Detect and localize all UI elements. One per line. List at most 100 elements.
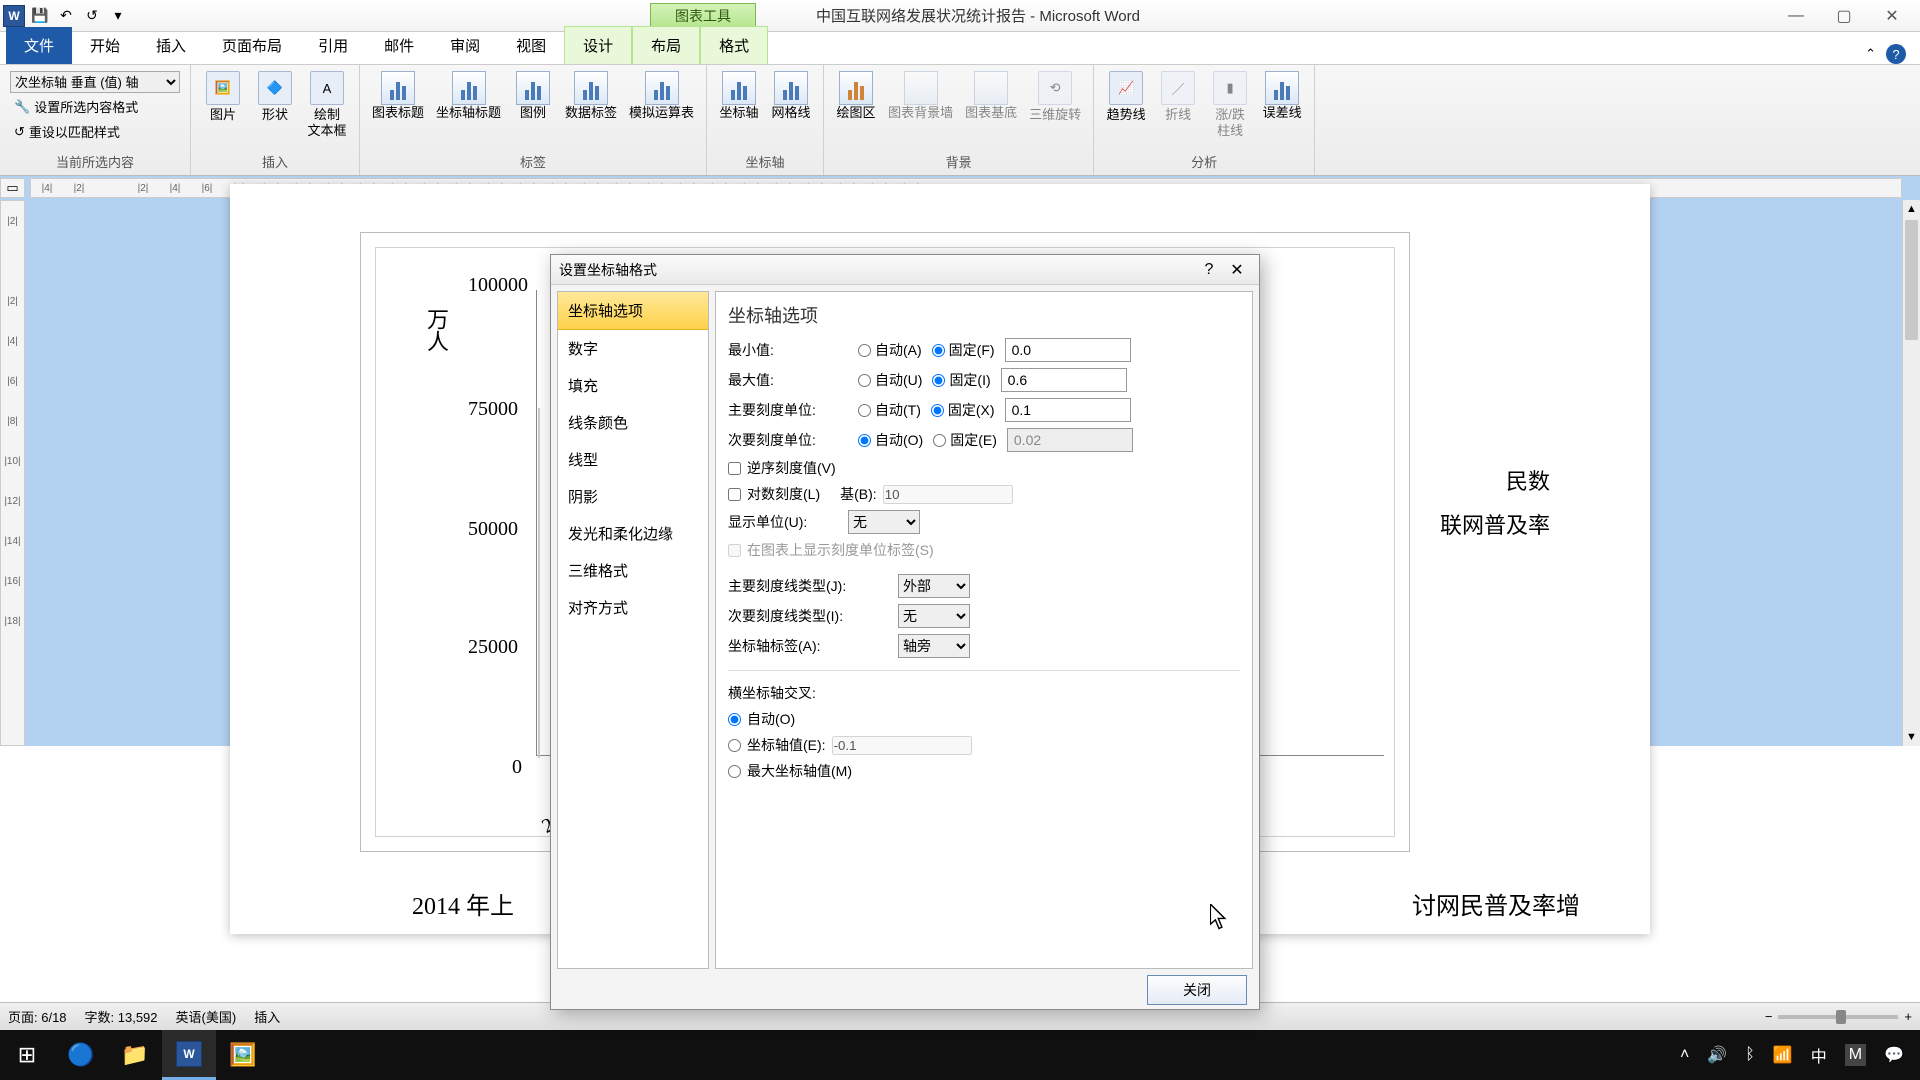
zoom-in-button[interactable]: + — [1904, 1009, 1912, 1024]
axis-labels-select[interactable]: 轴旁 — [898, 634, 970, 658]
nav-glow[interactable]: 发光和柔化边缘 — [558, 515, 708, 552]
dialog-close-btn[interactable]: 关闭 — [1147, 975, 1247, 1005]
nav-3d-format[interactable]: 三维格式 — [558, 552, 708, 589]
cross-max-radio[interactable] — [728, 765, 741, 778]
minor-fixed-radio[interactable] — [933, 434, 946, 447]
nav-line-style[interactable]: 线型 — [558, 441, 708, 478]
zoom-slider[interactable] — [1778, 1015, 1898, 1019]
tray-m-icon[interactable]: M — [1845, 1044, 1866, 1066]
major-unit-input[interactable] — [1005, 398, 1131, 422]
picture-button[interactable]: 🖼️图片 — [197, 67, 249, 127]
shapes-button[interactable]: 🔷形状 — [249, 67, 301, 127]
gridlines-button[interactable]: 网格线 — [765, 67, 817, 125]
volume-icon[interactable]: 🔊 — [1707, 1045, 1727, 1065]
chart-wall-button[interactable]: 图表背景墙 — [882, 67, 959, 125]
max-fixed-radio[interactable] — [932, 374, 945, 387]
scroll-thumb[interactable] — [1905, 220, 1918, 340]
tab-references[interactable]: 引用 — [300, 27, 366, 64]
vertical-ruler[interactable]: |2||2||4||6||8||10||12||14||16||18| — [0, 200, 25, 746]
chart-title-button[interactable]: 图表标题 — [366, 67, 430, 125]
start-button[interactable]: ⊞ — [0, 1030, 54, 1080]
min-fixed-radio[interactable] — [932, 344, 945, 357]
updown-bars-button[interactable]: ▮涨/跌 柱线 — [1204, 67, 1256, 142]
tab-file[interactable]: 文件 — [6, 27, 72, 64]
data-table-button[interactable]: 模拟运算表 — [623, 67, 700, 125]
tab-review[interactable]: 审阅 — [432, 27, 498, 64]
chart-floor-button[interactable]: 图表基底 — [959, 67, 1023, 125]
max-auto-radio[interactable] — [858, 374, 871, 387]
undo-button[interactable]: ↶ — [54, 4, 78, 28]
tab-design[interactable]: 设计 — [564, 26, 632, 64]
error-bars-button[interactable]: 误差线 — [1256, 67, 1308, 125]
zoom-out-button[interactable]: − — [1765, 1009, 1773, 1024]
axes-button[interactable]: 坐标轴 — [713, 67, 765, 125]
trendline-button[interactable]: 📈趋势线 — [1100, 67, 1152, 127]
min-value-input[interactable] — [1005, 338, 1131, 362]
minimize-button[interactable]: — — [1786, 6, 1806, 26]
zoom-thumb[interactable] — [1836, 1010, 1846, 1024]
photos-taskbar-button[interactable]: 🖼️ — [216, 1030, 270, 1080]
scroll-up-icon[interactable]: ▲ — [1903, 200, 1920, 218]
cross-value-radio[interactable] — [728, 739, 741, 752]
word-taskbar-button[interactable]: W — [162, 1030, 216, 1080]
tab-insert[interactable]: 插入 — [138, 27, 204, 64]
nav-fill[interactable]: 填充 — [558, 367, 708, 404]
nav-number[interactable]: 数字 — [558, 330, 708, 367]
file-explorer-button[interactable]: 📁 — [108, 1030, 162, 1080]
axis-titles-button[interactable]: 坐标轴标题 — [430, 67, 507, 125]
tab-mailings[interactable]: 邮件 — [366, 27, 432, 64]
bluetooth-icon[interactable]: ᛒ — [1745, 1046, 1755, 1064]
tab-format[interactable]: 格式 — [700, 26, 768, 64]
nav-line-color[interactable]: 线条颜色 — [558, 404, 708, 441]
rotation-3d-button[interactable]: ⟲三维旋转 — [1023, 67, 1087, 127]
help-icon[interactable]: ? — [1886, 44, 1906, 64]
word-logo[interactable]: W — [2, 4, 26, 28]
dialog-close-button[interactable]: ✕ — [1223, 259, 1251, 281]
redo-button[interactable]: ↺ — [80, 4, 104, 28]
word-count[interactable]: 字数: 13,592 — [85, 1007, 158, 1026]
vertical-scrollbar[interactable]: ▲ ▼ — [1902, 200, 1920, 746]
scroll-down-icon[interactable]: ▼ — [1903, 728, 1920, 746]
action-center-icon[interactable]: 💬 — [1884, 1045, 1904, 1065]
minor-auto-radio[interactable] — [858, 434, 871, 447]
major-fixed-radio[interactable] — [931, 404, 944, 417]
nav-alignment[interactable]: 对齐方式 — [558, 589, 708, 626]
max-value-input[interactable] — [1001, 368, 1127, 392]
log-scale-checkbox[interactable] — [728, 488, 741, 501]
insert-mode[interactable]: 插入 — [254, 1007, 280, 1026]
language-indicator[interactable]: 英语(美国) — [176, 1007, 237, 1026]
format-selection-button[interactable]: 🔧设置所选内容格式 — [10, 95, 180, 118]
wifi-icon[interactable]: 📶 — [1773, 1045, 1793, 1065]
major-tick-type-select[interactable]: 外部 — [898, 574, 970, 598]
cross-auto-radio[interactable] — [728, 713, 741, 726]
textbox-button[interactable]: A绘制 文本框 — [301, 67, 353, 142]
ime-icon[interactable]: 中 — [1811, 1043, 1827, 1067]
nav-axis-options[interactable]: 坐标轴选项 — [558, 292, 708, 330]
close-window-button[interactable]: ✕ — [1882, 6, 1902, 26]
maximize-button[interactable]: ▢ — [1834, 6, 1854, 26]
reverse-values-checkbox[interactable] — [728, 462, 741, 475]
display-units-select[interactable]: 无 — [848, 510, 920, 534]
collapse-ribbon-icon[interactable]: ⌃ — [1865, 46, 1876, 62]
plot-area-button[interactable]: 绘图区 — [830, 67, 882, 125]
tab-view[interactable]: 视图 — [498, 27, 564, 64]
legend-button[interactable]: 图例 — [507, 67, 559, 125]
tab-home[interactable]: 开始 — [72, 27, 138, 64]
dialog-help-button[interactable]: ? — [1195, 259, 1223, 281]
reset-style-button[interactable]: ↺重设以匹配样式 — [10, 120, 180, 143]
taskbar-app-1[interactable]: 🔵 — [54, 1030, 108, 1080]
tab-layout[interactable]: 布局 — [632, 26, 700, 64]
lines-button[interactable]: ／折线 — [1152, 67, 1204, 127]
save-button[interactable]: 💾 — [28, 4, 52, 28]
qat-dropdown[interactable]: ▾ — [106, 4, 130, 28]
data-labels-button[interactable]: 数据标签 — [559, 67, 623, 125]
tray-chevron-icon[interactable]: ˄ — [1680, 1046, 1689, 1064]
min-auto-radio[interactable] — [858, 344, 871, 357]
chart-element-selector[interactable]: 次坐标轴 垂直 (值) 轴 — [10, 71, 180, 93]
major-auto-radio[interactable] — [858, 404, 871, 417]
minor-tick-type-select[interactable]: 无 — [898, 604, 970, 628]
page-indicator[interactable]: 页面: 6/18 — [8, 1007, 67, 1026]
tab-page-layout[interactable]: 页面布局 — [204, 27, 300, 64]
dialog-title-bar[interactable]: 设置坐标轴格式 ? ✕ — [551, 255, 1259, 285]
ruler-corner[interactable]: ▭ — [0, 178, 25, 198]
